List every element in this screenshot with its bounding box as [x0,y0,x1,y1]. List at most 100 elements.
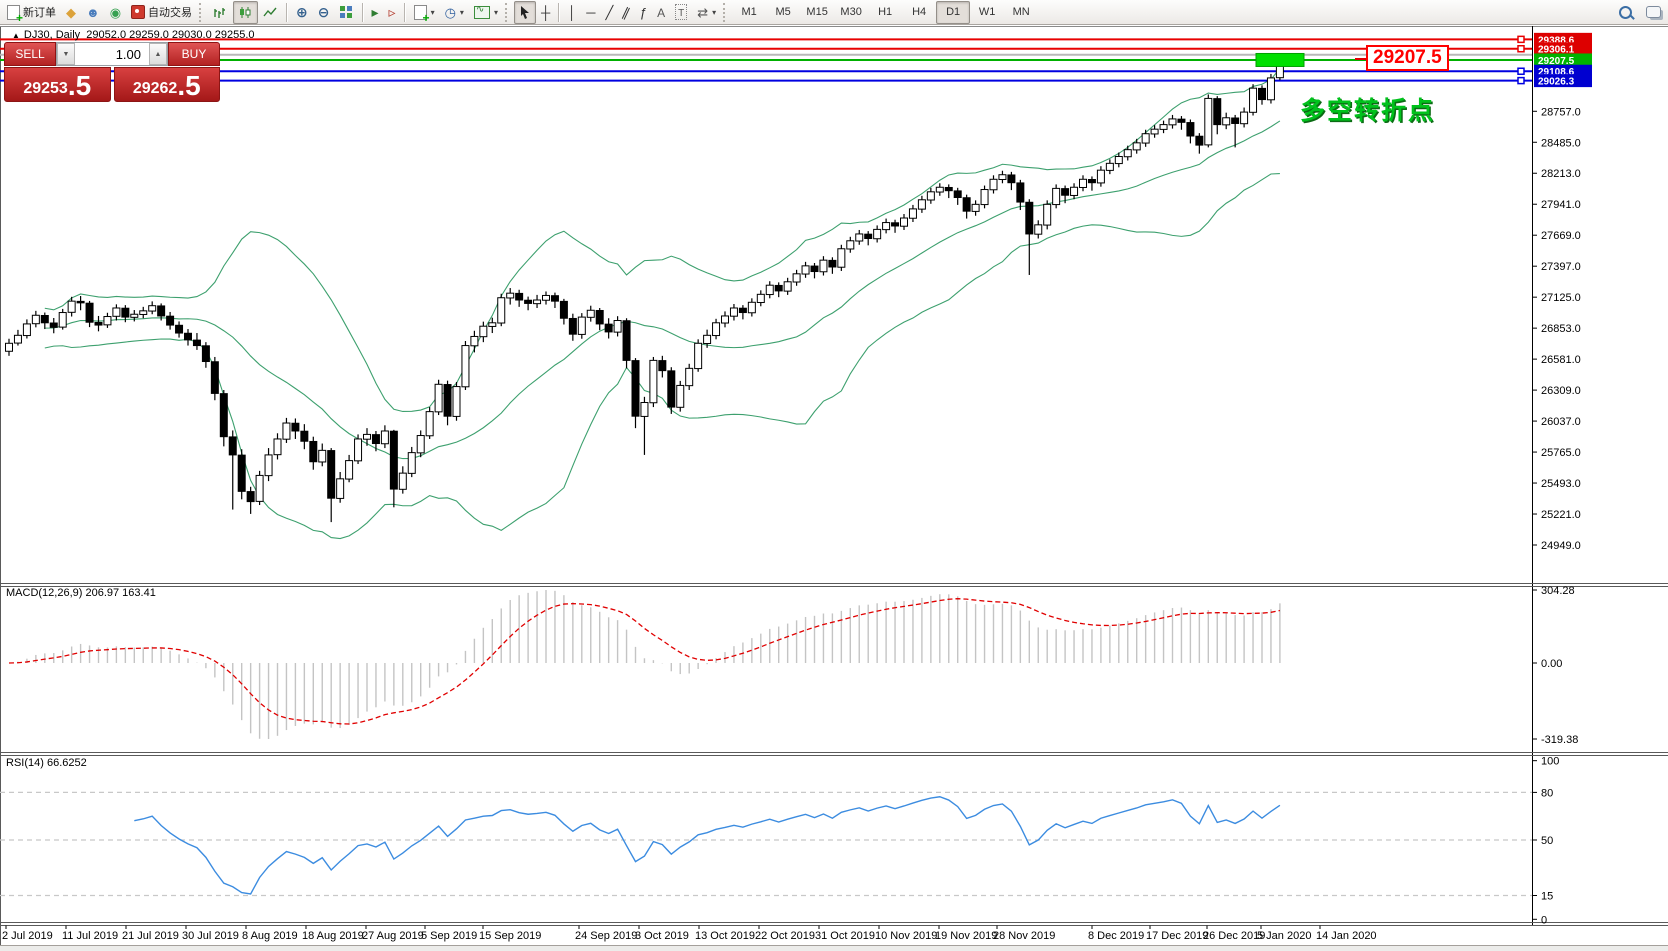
label-icon [675,4,687,20]
timeframe-m30-button[interactable]: M30 [834,1,868,24]
price-callout-label[interactable]: 29207.5 [1366,45,1449,71]
metaeditor-button[interactable] [61,1,81,24]
price-axis: 28757.028485.028213.027941.027669.027397… [1532,33,1592,552]
tile-windows-icon [340,6,345,11]
clock-icon [445,6,456,19]
bar-chart-icon [213,6,228,19]
chat-icon [1646,6,1661,18]
rsi-pane: 1008050150 [0,756,1559,927]
auto-trading-label: 自动交易 [148,4,192,20]
toolbar-separator [286,3,288,22]
crosshair-icon [541,6,550,19]
timeframe-d1-button[interactable]: D1 [936,1,970,24]
bar-chart-mode-button[interactable] [208,1,233,24]
zoom-in-icon [296,5,308,19]
timeframe-h1-button[interactable]: H1 [868,1,902,24]
cursor-tool-button[interactable] [514,1,536,24]
timeframe-m15-button[interactable]: M15 [800,1,834,24]
indicators-button[interactable]: ▾ [469,1,503,24]
svg-text:26853.0: 26853.0 [1541,323,1581,335]
timeframe-h4-button[interactable]: H4 [902,1,936,24]
candle-chart-icon [238,6,253,19]
svg-text:28757.0: 28757.0 [1541,106,1581,118]
new-order-button[interactable]: 新订单 [2,1,61,24]
trendline-icon [606,6,614,19]
macd-indicator-label: MACD(12,26,9) 206.97 163.41 [6,587,156,599]
svg-text:100: 100 [1541,756,1559,768]
timeframe-mn-button[interactable]: MN [1004,1,1038,24]
chart-shift-button[interactable] [384,1,401,24]
crosshair-tool-button[interactable] [536,1,555,24]
search-button[interactable] [1614,1,1641,24]
buy-price-display[interactable]: 29262.5 [114,67,221,102]
svg-text:18 Aug 2019: 18 Aug 2019 [302,930,364,942]
svg-text:27397.0: 27397.0 [1541,261,1581,273]
search-icon [1619,6,1632,19]
svg-text:13 Oct 2019: 13 Oct 2019 [695,930,755,942]
zoom-out-button[interactable] [313,1,335,24]
buy-price-pips: .5 [177,73,200,99]
arrows-tool-button[interactable]: ▾ [692,1,721,24]
svg-text:28213.0: 28213.0 [1541,168,1581,180]
signal-icon [110,6,121,19]
svg-text:21 Jul 2019: 21 Jul 2019 [122,930,179,942]
svg-text:17 Dec 2019: 17 Dec 2019 [1146,930,1208,942]
label-tool-button[interactable] [670,1,692,24]
text-tool-button[interactable] [652,1,670,24]
buy-button[interactable]: BUY [168,42,220,66]
profile-icon [86,6,100,19]
svg-text:26037.0: 26037.0 [1541,416,1581,428]
svg-text:80: 80 [1541,787,1553,799]
chart-symbol-title: DJ30, Daily 29052.0 29259.0 29030.0 2925… [12,29,255,41]
svg-text:15: 15 [1541,891,1553,903]
templates-button[interactable]: ▾ [409,1,440,24]
timeframe-m1-button[interactable]: M1 [732,1,766,24]
volume-decrease-button[interactable]: ▼ [57,43,75,65]
turning-point-annotation[interactable]: 多空转折点 [1300,91,1435,127]
auto-scroll-button[interactable] [367,1,384,24]
fibonacci-tool-button[interactable] [635,1,652,24]
timeframe-m5-button[interactable]: M5 [766,1,800,24]
candles-layer[interactable] [6,54,1284,522]
text-icon [657,6,665,19]
toolbar-grip [723,3,728,22]
svg-text:25221.0: 25221.0 [1541,509,1581,521]
svg-text:27941.0: 27941.0 [1541,199,1581,211]
one-click-trading-panel[interactable]: SELL ▼ ▲ BUY 29253.5 29262.5 [4,42,220,102]
svg-text:29026.3: 29026.3 [1538,77,1575,88]
profile-button[interactable] [81,1,105,24]
volume-stepper[interactable]: ▼ ▲ [56,42,168,66]
sell-button[interactable]: SELL [4,42,56,66]
svg-text:30 Jul 2019: 30 Jul 2019 [182,930,239,942]
horizontal-line-tool-button[interactable] [581,1,600,24]
chevron-down-icon: ▾ [712,8,716,17]
cursor-icon [519,5,531,19]
volume-input[interactable] [75,43,149,65]
sell-price-display[interactable]: 29253.5 [4,67,111,102]
fibonacci-icon [640,6,647,19]
channel-tool-button[interactable] [618,1,635,24]
highlight-box[interactable] [1256,53,1304,66]
toolbar-grip [199,3,204,22]
auto-trading-button[interactable]: 自动交易 [126,1,197,24]
chart-area[interactable]: 28757.028485.028213.027941.027669.027397… [0,0,1668,950]
chevron-down-icon: ▾ [460,8,464,17]
symbol-label: DJ30, Daily [24,29,80,41]
svg-text:19 Nov 2019: 19 Nov 2019 [935,930,997,942]
periods-button[interactable]: ▾ [440,1,469,24]
toolbar-separator [558,3,560,22]
zoom-in-button[interactable] [291,1,313,24]
trendline-tool-button[interactable] [601,1,619,24]
tile-windows-button[interactable] [335,1,359,24]
svg-text:11 Jul 2019: 11 Jul 2019 [62,930,118,942]
community-chat-button[interactable] [1641,1,1666,24]
signal-button[interactable] [105,1,126,24]
line-chart-mode-button[interactable] [258,1,283,24]
timeframe-w1-button[interactable]: W1 [970,1,1004,24]
candle-chart-mode-button[interactable] [233,1,258,24]
vertical-line-tool-button[interactable] [563,1,581,24]
toolbar-separator [362,3,364,22]
buy-price-main: 29262 [133,79,178,99]
date-axis: 2 Jul 201911 Jul 201921 Jul 201930 Jul 2… [2,926,1377,943]
volume-increase-button[interactable]: ▲ [149,43,167,65]
